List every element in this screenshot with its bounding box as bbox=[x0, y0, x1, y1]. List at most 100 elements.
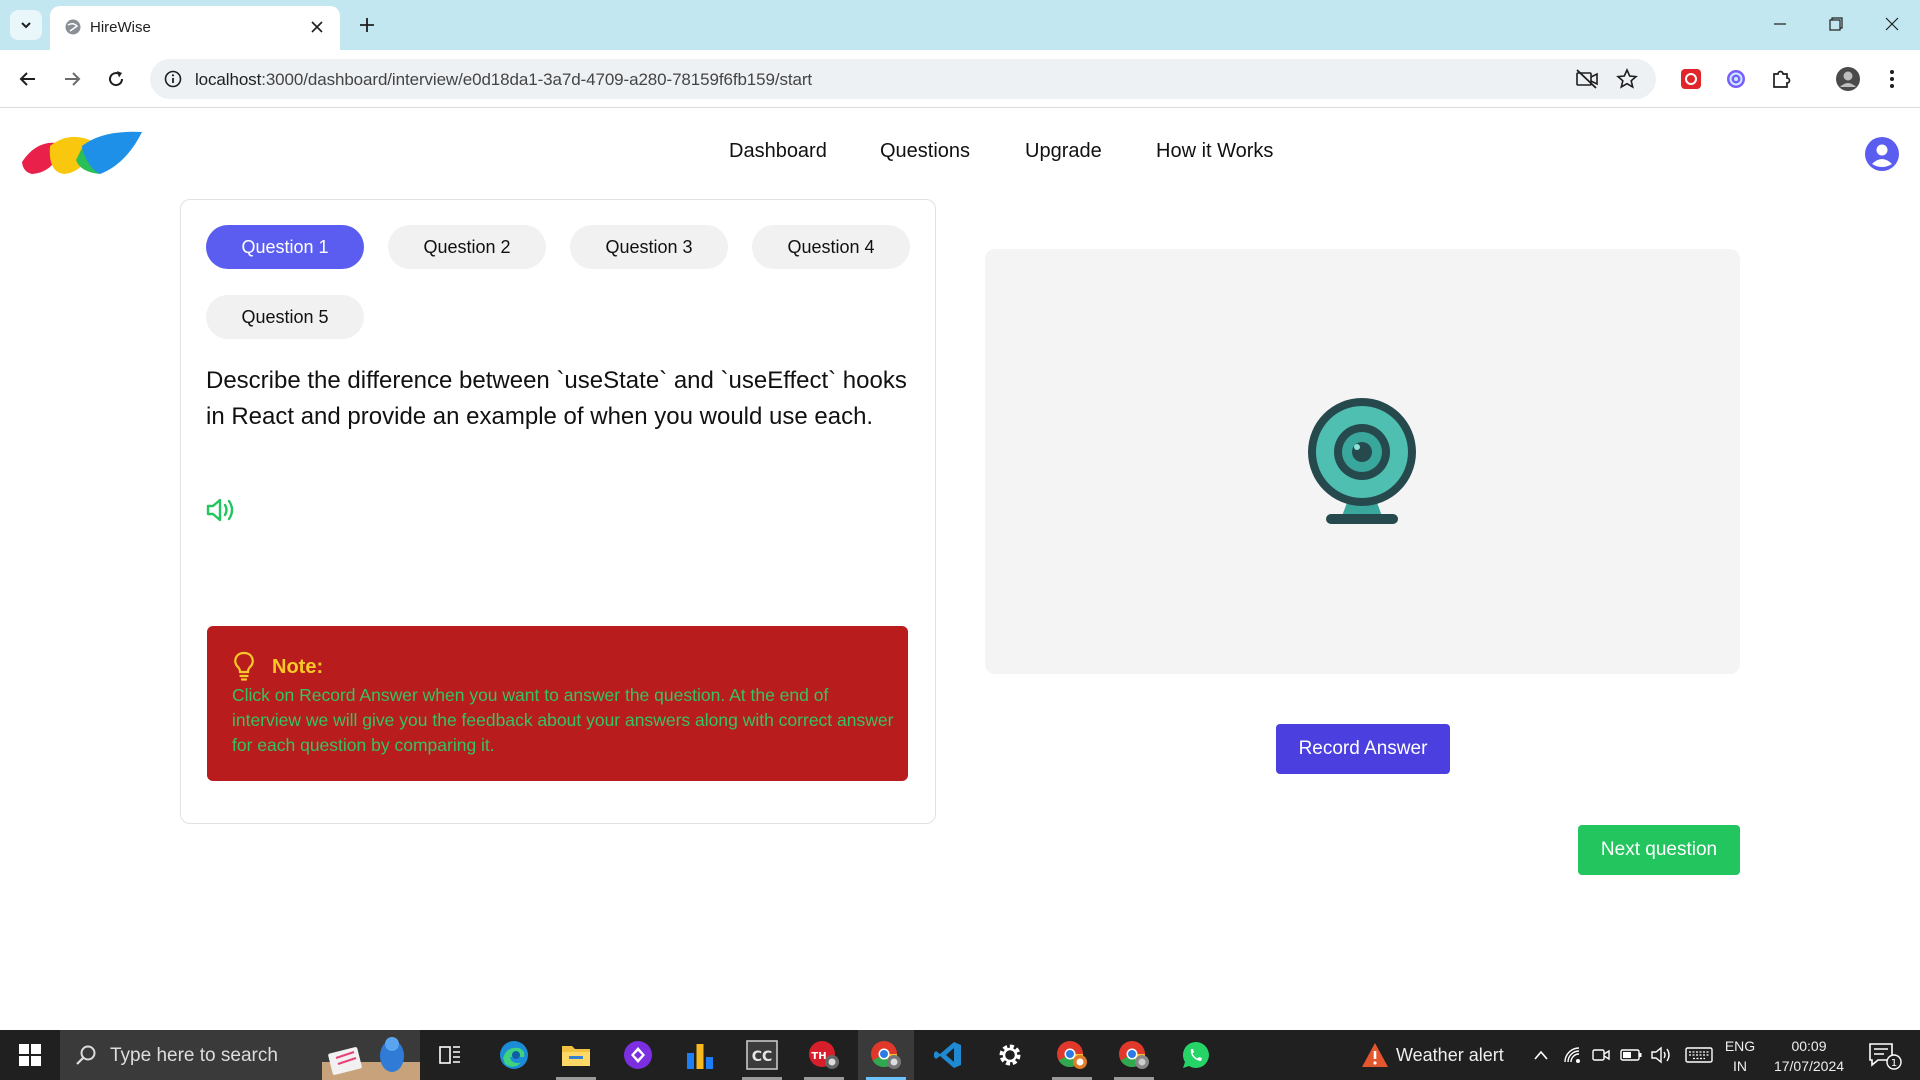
url-path: :3000/dashboard/interview/e0d18da1-3a7d-… bbox=[261, 70, 813, 89]
plus-icon bbox=[360, 18, 374, 32]
language-region: IN bbox=[1733, 1058, 1747, 1074]
avatar-icon bbox=[1836, 67, 1860, 91]
taskbar-search[interactable]: Type here to search bbox=[60, 1030, 420, 1080]
speaker-icon[interactable] bbox=[205, 496, 237, 524]
start-button[interactable] bbox=[0, 1030, 60, 1080]
taskbar-chrome-profile-1[interactable]: TH bbox=[796, 1030, 852, 1080]
browser-menu-button[interactable] bbox=[1878, 65, 1906, 93]
forward-button[interactable] bbox=[54, 61, 90, 97]
more-vert-icon bbox=[1890, 70, 1894, 88]
question-tab-4[interactable]: Question 4 bbox=[752, 225, 910, 269]
new-tab-button[interactable] bbox=[352, 10, 382, 40]
cc-icon: CC bbox=[746, 1040, 778, 1070]
bookmark-button[interactable] bbox=[1614, 66, 1640, 92]
edge-icon bbox=[500, 1041, 528, 1069]
vscode-icon bbox=[934, 1042, 961, 1068]
restore-icon bbox=[1829, 17, 1843, 31]
nav-questions[interactable]: Questions bbox=[880, 140, 970, 163]
record-answer-button[interactable]: Record Answer bbox=[1276, 724, 1450, 774]
meet-now-button[interactable] bbox=[1590, 1044, 1612, 1066]
clock[interactable]: 00:09 17/07/2024 bbox=[1764, 1036, 1854, 1076]
question-tab-3[interactable]: Question 3 bbox=[570, 225, 728, 269]
nav-upgrade[interactable]: Upgrade bbox=[1025, 140, 1102, 163]
camera-icon bbox=[1592, 1049, 1610, 1061]
back-button[interactable] bbox=[10, 61, 46, 97]
reload-icon bbox=[109, 71, 124, 87]
extension-red-button[interactable] bbox=[1677, 65, 1705, 93]
language-indicator[interactable]: ENG IN bbox=[1722, 1036, 1758, 1076]
next-question-button[interactable]: Next question bbox=[1578, 825, 1740, 875]
taskbar-whatsapp[interactable] bbox=[1168, 1030, 1224, 1080]
show-hidden-icons-button[interactable] bbox=[1530, 1044, 1552, 1066]
taskbar-chrome-profile-3[interactable] bbox=[1106, 1030, 1162, 1080]
question-tab-5[interactable]: Question 5 bbox=[206, 295, 364, 339]
battery-icon bbox=[1620, 1049, 1642, 1061]
chrome-profile-icon: TH bbox=[809, 1041, 839, 1069]
taskbar-chrome-active[interactable] bbox=[858, 1030, 914, 1080]
question-tab-2[interactable]: Question 2 bbox=[388, 225, 546, 269]
notification-icon[interactable]: 1 bbox=[1866, 1040, 1902, 1070]
network-button[interactable] bbox=[1562, 1044, 1584, 1066]
clock-date: 17/07/2024 bbox=[1773, 1058, 1845, 1074]
taskbar-app-purple[interactable] bbox=[610, 1030, 666, 1080]
hirewise-logo[interactable] bbox=[20, 128, 144, 180]
windows-icon bbox=[19, 1044, 41, 1066]
question-tab-1[interactable]: Question 1 bbox=[206, 225, 364, 269]
gear-icon bbox=[999, 1044, 1021, 1066]
taskbar-file-explorer[interactable] bbox=[548, 1030, 604, 1080]
reload-button[interactable] bbox=[98, 61, 134, 97]
star-icon bbox=[1616, 68, 1638, 89]
volume-button[interactable] bbox=[1650, 1044, 1672, 1066]
profile-button[interactable] bbox=[1834, 65, 1862, 93]
webcam-icon bbox=[1308, 398, 1416, 524]
volume-icon bbox=[1651, 1046, 1670, 1064]
whatsapp-icon bbox=[1182, 1041, 1209, 1068]
nav-dashboard[interactable]: Dashboard bbox=[729, 140, 827, 163]
search-placeholder: Type here to search bbox=[110, 1045, 278, 1066]
chrome-icon bbox=[1057, 1041, 1087, 1069]
taskbar-charts-app[interactable] bbox=[672, 1030, 728, 1080]
weather-alert-icon bbox=[1362, 1043, 1388, 1067]
browser-toolbar: localhost:3000/dashboard/interview/e0d18… bbox=[0, 50, 1920, 108]
tab-title: HireWise bbox=[90, 19, 151, 36]
chevron-down-icon bbox=[21, 22, 31, 29]
close-window-button[interactable] bbox=[1864, 0, 1920, 48]
taskbar-chrome-profile-2[interactable] bbox=[1044, 1030, 1100, 1080]
camera-off-icon bbox=[1576, 69, 1598, 89]
extension-icon bbox=[1681, 69, 1701, 89]
task-view-icon bbox=[439, 1046, 460, 1064]
taskbar-edge[interactable] bbox=[486, 1030, 542, 1080]
nav-how-it-works[interactable]: How it Works bbox=[1156, 140, 1273, 163]
taskbar-vscode[interactable] bbox=[920, 1030, 976, 1080]
chrome-icon bbox=[1119, 1041, 1149, 1069]
purple-app-icon bbox=[624, 1041, 652, 1069]
browser-tab[interactable]: HireWise bbox=[50, 6, 340, 50]
address-bar[interactable]: localhost:3000/dashboard/interview/e0d18… bbox=[150, 59, 1656, 99]
camera-blocked-button[interactable] bbox=[1574, 66, 1600, 92]
extension-spiral-button[interactable] bbox=[1722, 65, 1750, 93]
arrow-left-icon bbox=[19, 72, 35, 86]
keyboard-icon bbox=[1685, 1047, 1713, 1063]
site-info-button[interactable] bbox=[160, 66, 186, 92]
spiral-icon bbox=[1727, 70, 1745, 88]
search-highlight-icon bbox=[322, 1037, 420, 1080]
svg-text:TH: TH bbox=[811, 1051, 826, 1062]
extensions-button[interactable] bbox=[1767, 65, 1795, 93]
tab-search-button[interactable] bbox=[10, 10, 42, 40]
weather-widget[interactable]: Weather alert bbox=[1354, 1030, 1514, 1080]
minimize-icon bbox=[1774, 23, 1786, 25]
lightbulb-icon bbox=[234, 651, 254, 681]
user-avatar-icon[interactable] bbox=[1864, 136, 1900, 172]
battery-button[interactable] bbox=[1620, 1044, 1642, 1066]
clock-time: 00:09 bbox=[1791, 1038, 1827, 1054]
touch-keyboard-button[interactable] bbox=[1684, 1044, 1714, 1066]
globe-icon bbox=[65, 19, 81, 35]
taskbar-cc-app[interactable]: CC bbox=[734, 1030, 790, 1080]
minimize-button[interactable] bbox=[1752, 0, 1808, 48]
notification-count: 1 bbox=[1891, 1058, 1897, 1069]
url-host: localhost bbox=[195, 70, 262, 89]
task-view-button[interactable] bbox=[422, 1030, 478, 1080]
taskbar-settings[interactable] bbox=[982, 1030, 1038, 1080]
close-tab-button[interactable] bbox=[306, 16, 328, 38]
restore-button[interactable] bbox=[1808, 0, 1864, 48]
